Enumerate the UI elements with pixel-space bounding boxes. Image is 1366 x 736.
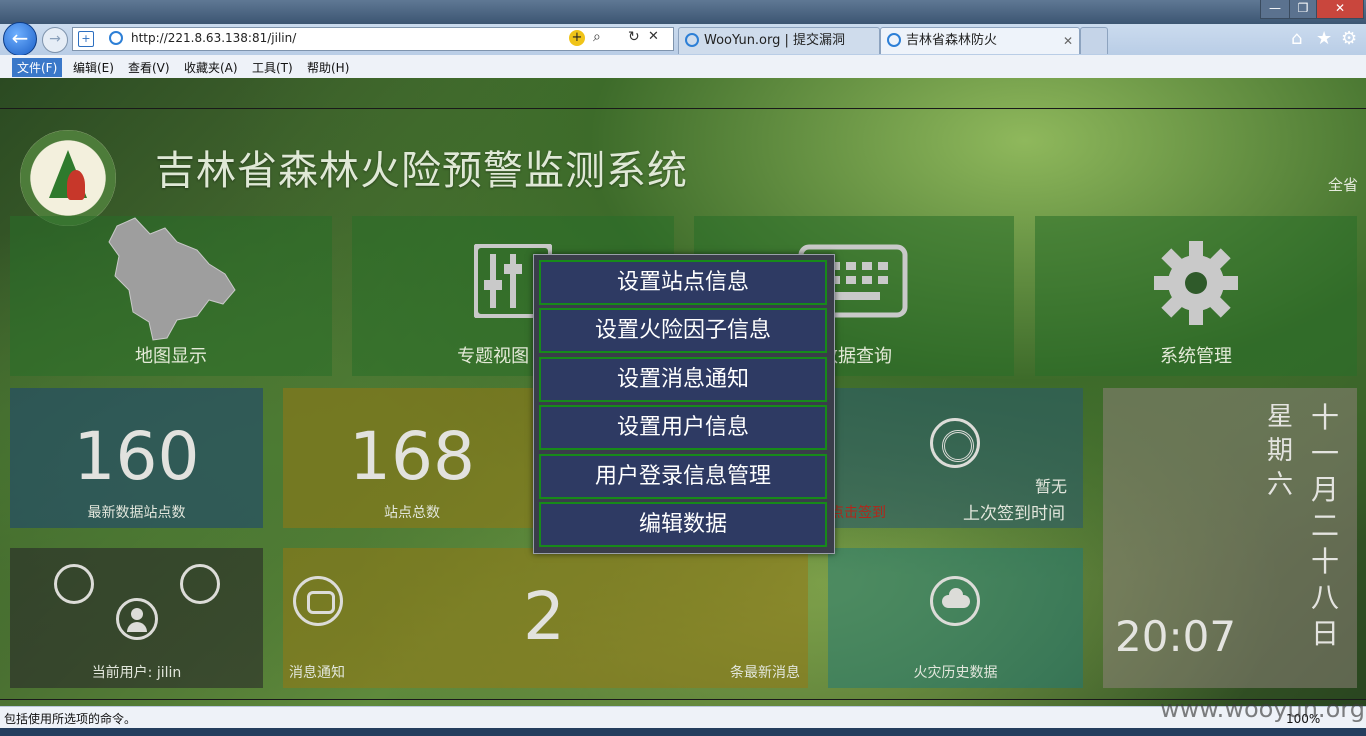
star-icon[interactable]: ★ bbox=[1316, 28, 1332, 49]
close-tab-icon[interactable]: ✕ bbox=[1063, 28, 1073, 54]
system-label: 系统管理 bbox=[1160, 346, 1232, 367]
address-bar[interactable]: + http://221.8.63.138:81/jilin/ + ⌕ ↻ ✕ bbox=[72, 27, 674, 51]
stop-icon[interactable]: ✕ bbox=[648, 29, 659, 44]
total-count: 168 bbox=[349, 418, 475, 495]
menu-tools[interactable]: 工具(T) bbox=[247, 58, 298, 77]
page-title: 吉林省森林火险预警监测系统 bbox=[155, 148, 688, 194]
settings-menu-dialog: 设置站点信息 设置火险因子信息 设置消息通知 设置用户信息 用户登录信息管理 编… bbox=[533, 254, 835, 554]
latest-count: 160 bbox=[73, 418, 200, 495]
status-text: 包括使用所选项的命令。 bbox=[4, 712, 137, 726]
tab-label: WooYun.org | 提交漏洞 bbox=[704, 33, 846, 48]
fire-history-label: 火灾历史数据 bbox=[913, 665, 998, 681]
menu-help[interactable]: 帮助(H) bbox=[302, 58, 354, 77]
tab-wooyun[interactable]: WooYun.org | 提交漏洞 bbox=[678, 27, 880, 54]
back-button[interactable]: ← bbox=[3, 22, 37, 56]
home-icon[interactable]: ⌂ bbox=[1291, 28, 1302, 49]
page-content: 吉林省森林火险预警监测系统 全省 地图显示 专题视图 统 数据查询 系统管理 1… bbox=[0, 78, 1366, 706]
user-tile[interactable]: 当前用户: jilin bbox=[10, 548, 263, 688]
edit-data-button[interactable]: 编辑数据 bbox=[539, 502, 827, 547]
map-label: 地图显示 bbox=[135, 346, 207, 367]
browser-chrome: — ❐ ✕ ← → + http://221.8.63.138:81/jilin… bbox=[0, 0, 1366, 56]
set-station-info-button[interactable]: 设置站点信息 bbox=[539, 260, 827, 305]
latest-stations-tile[interactable]: 160 最新数据站点数 bbox=[10, 388, 263, 528]
gear-icon[interactable]: ⚙ bbox=[1341, 28, 1357, 49]
latest-label: 最新数据站点数 bbox=[87, 505, 186, 521]
map-tile[interactable]: 地图显示 bbox=[10, 216, 332, 376]
forward-button[interactable]: → bbox=[42, 27, 68, 53]
tab-jilin[interactable]: 吉林省森林防火 ✕ bbox=[880, 27, 1080, 54]
notice-tile[interactable]: 消息通知 2 条最新消息 bbox=[283, 548, 808, 688]
message-icon bbox=[293, 576, 343, 626]
date-text: 十一月二十八日 bbox=[1311, 401, 1340, 650]
current-user: 当前用户: jilin bbox=[91, 665, 182, 681]
ie-tab-icon bbox=[887, 33, 901, 47]
checkin-label: 上次签到时间 bbox=[963, 504, 1065, 524]
menu-favorites[interactable]: 收藏夹(A) bbox=[179, 58, 243, 77]
fire-history-tile[interactable]: 火灾历史数据 bbox=[828, 548, 1083, 688]
history-icon bbox=[180, 564, 220, 604]
refresh-icon[interactable]: ↻ bbox=[628, 29, 640, 45]
taskbar bbox=[0, 728, 1366, 736]
flame-icon bbox=[67, 170, 85, 200]
checkin-status: 暂无 bbox=[1034, 477, 1067, 496]
user-avatar-icon bbox=[116, 598, 158, 640]
notice-unit: 条最新消息 bbox=[730, 665, 800, 681]
menu-file[interactable]: 文件(F) bbox=[12, 58, 63, 77]
menu-view[interactable]: 查看(V) bbox=[123, 58, 175, 77]
checkin-link[interactable]: 点击签到 bbox=[830, 502, 886, 522]
restore-button[interactable]: ❐ bbox=[1289, 0, 1317, 19]
status-bar: 包括使用所选项的命令。 100% www.wooyun.org bbox=[0, 695, 1366, 729]
checkin-tile[interactable]: 暂无 点击签到 上次签到时间 bbox=[828, 388, 1083, 528]
region-label[interactable]: 全省 bbox=[1328, 174, 1358, 195]
watermark: www.wooyun.org bbox=[1160, 695, 1365, 723]
menu-bar: 文件(F) 编辑(E) 查看(V) 收藏夹(A) 工具(T) 帮助(H) bbox=[0, 55, 1366, 79]
chat-icon bbox=[54, 564, 94, 604]
set-fire-risk-factor-button[interactable]: 设置火险因子信息 bbox=[539, 308, 827, 353]
set-message-notice-button[interactable]: 设置消息通知 bbox=[539, 357, 827, 402]
notice-label: 消息通知 bbox=[289, 665, 345, 681]
title-bar bbox=[0, 0, 1366, 24]
total-stations-tile[interactable]: 168 站点总数 bbox=[283, 388, 541, 528]
close-window-button[interactable]: ✕ bbox=[1316, 0, 1364, 19]
new-tab-button[interactable] bbox=[1080, 27, 1108, 54]
arrow-left-icon: ← bbox=[11, 26, 29, 50]
minimize-button[interactable]: — bbox=[1260, 0, 1290, 19]
forest-fire-logo bbox=[20, 130, 116, 226]
fingerprint-icon bbox=[930, 418, 980, 468]
search-icon[interactable]: ⌕ bbox=[593, 29, 601, 45]
add-icon[interactable]: + bbox=[569, 30, 585, 46]
ie-page-icon bbox=[109, 31, 123, 45]
set-user-info-button[interactable]: 设置用户信息 bbox=[539, 405, 827, 450]
notice-count: 2 bbox=[523, 578, 565, 655]
clock-time: 20:07 bbox=[1115, 612, 1237, 661]
system-tile[interactable]: 系统管理 bbox=[1035, 216, 1357, 376]
total-label: 站点总数 bbox=[384, 505, 440, 521]
tab-label: 吉林省森林防火 bbox=[906, 33, 998, 48]
arrow-right-icon: → bbox=[49, 31, 61, 47]
user-login-management-button[interactable]: 用户登录信息管理 bbox=[539, 454, 827, 499]
cloud-icon bbox=[930, 576, 980, 626]
menu-edit[interactable]: 编辑(E) bbox=[68, 58, 119, 77]
compat-icon: + bbox=[78, 31, 94, 47]
date-time-tile: 星期六 十一月二十八日 20:07 bbox=[1103, 388, 1357, 688]
weekday-text: 星期六 bbox=[1267, 402, 1294, 500]
ie-tab-icon bbox=[685, 33, 699, 47]
url-text: http://221.8.63.138:81/jilin/ bbox=[131, 31, 297, 45]
jilin-map-icon bbox=[108, 217, 236, 341]
gear-settings-icon bbox=[1154, 241, 1238, 325]
